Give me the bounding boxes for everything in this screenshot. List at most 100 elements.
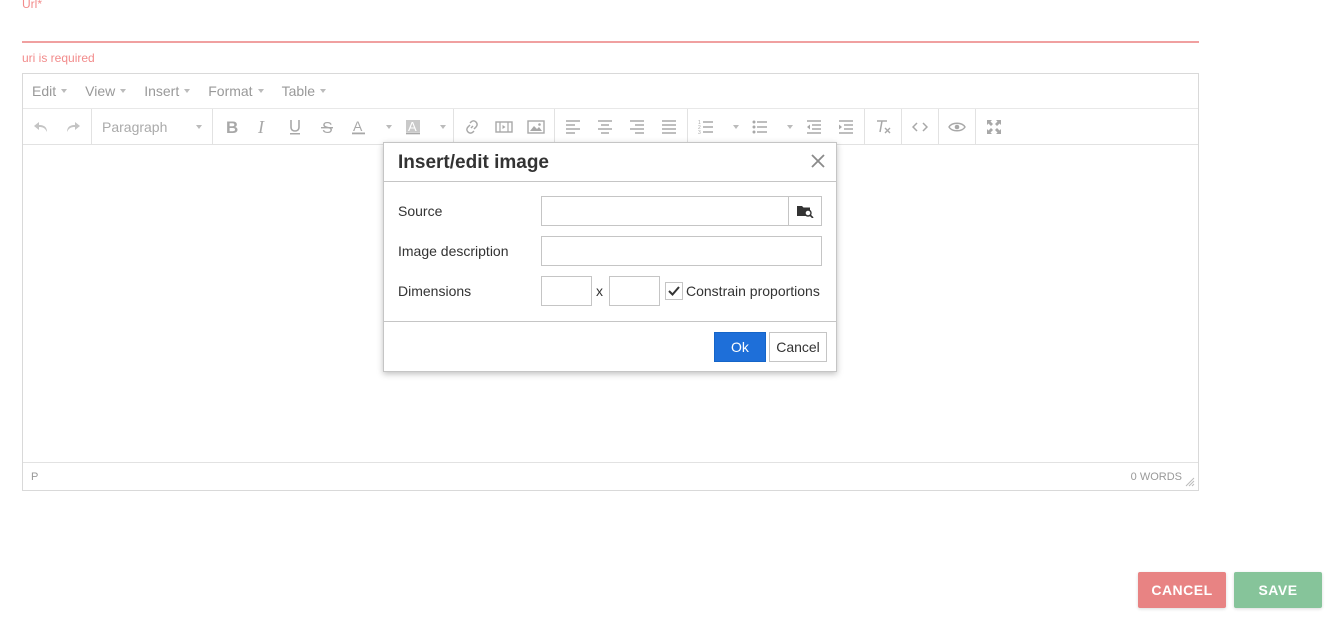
dimensions-label: Dimensions <box>398 283 472 299</box>
image-icon <box>527 119 545 134</box>
clear-formatting-button[interactable] <box>867 110 899 144</box>
numbered-list-button[interactable]: 123 <box>690 110 722 144</box>
bold-icon: B <box>226 119 238 135</box>
url-field-underline[interactable] <box>22 41 1199 43</box>
align-center-icon <box>598 119 612 134</box>
insert-image-dialog: Insert/edit image Source Image descripti… <box>383 142 837 372</box>
svg-text:A: A <box>408 119 417 134</box>
preview-group <box>939 109 976 144</box>
chevron-down-icon <box>385 124 392 129</box>
outdent-button[interactable] <box>798 110 830 144</box>
source-label: Source <box>398 203 443 219</box>
numbered-list-icon: 123 <box>698 120 713 135</box>
align-left-button[interactable] <box>557 110 589 144</box>
image-description-input[interactable] <box>541 236 822 266</box>
numbered-list-dropdown[interactable] <box>722 110 744 144</box>
underline-button[interactable] <box>279 110 311 144</box>
undo-button[interactable] <box>25 110 57 144</box>
menu-table-label: Table <box>281 83 316 99</box>
align-justify-icon <box>662 119 676 134</box>
strikethrough-icon: S <box>321 120 333 135</box>
image-button[interactable] <box>520 110 552 144</box>
constrain-proportions-label: Constrain proportions <box>686 283 820 299</box>
link-button[interactable] <box>456 110 488 144</box>
history-group <box>23 109 92 144</box>
svg-text:A: A <box>353 119 363 134</box>
text-color-icon: A <box>352 119 365 134</box>
undo-icon <box>34 121 47 132</box>
menu-format-label: Format <box>208 83 253 99</box>
alignment-group <box>555 109 688 144</box>
strikethrough-button[interactable]: S <box>311 110 343 144</box>
indent-button[interactable] <box>830 110 862 144</box>
element-path[interactable]: P <box>31 471 38 483</box>
clear-format-group <box>865 109 902 144</box>
text-style-group: B I S A A <box>213 109 454 144</box>
image-description-label: Image description <box>398 243 509 259</box>
menu-format[interactable]: Format <box>199 74 272 108</box>
dialog-footer-divider <box>384 321 836 322</box>
source-code-button[interactable] <box>904 110 936 144</box>
chevron-down-icon <box>439 124 446 129</box>
svg-text:I: I <box>257 119 265 135</box>
clear-formatting-icon <box>877 119 891 133</box>
folder-search-icon <box>797 206 814 218</box>
bullet-list-icon <box>752 120 767 133</box>
bullet-list-button[interactable] <box>744 110 776 144</box>
menu-view-label: View <box>85 83 116 99</box>
text-color-dropdown[interactable] <box>375 110 397 144</box>
ok-button[interactable]: Ok <box>714 332 766 362</box>
chevron-down-icon <box>732 124 739 129</box>
chevron-down-icon <box>196 124 202 129</box>
italic-button[interactable]: I <box>247 110 279 144</box>
media-icon <box>495 120 513 133</box>
background-color-icon: A <box>406 119 420 134</box>
fullscreen-icon <box>987 119 1001 134</box>
italic-icon: I <box>257 119 265 135</box>
menu-view[interactable]: View <box>76 74 135 108</box>
editor-statusbar: P 0 WORDS <box>23 462 1198 490</box>
bold-button[interactable]: B <box>215 110 247 144</box>
background-color-button[interactable]: A <box>397 110 429 144</box>
resize-handle-icon[interactable] <box>1185 477 1195 487</box>
align-right-button[interactable] <box>621 110 653 144</box>
text-color-button[interactable]: A <box>343 110 375 144</box>
height-input[interactable] <box>609 276 660 306</box>
bullet-list-dropdown[interactable] <box>776 110 798 144</box>
menu-edit[interactable]: Edit <box>23 74 76 108</box>
svg-text:B: B <box>226 119 238 135</box>
align-left-icon <box>566 119 580 134</box>
background-color-dropdown[interactable] <box>429 110 451 144</box>
source-input[interactable] <box>541 196 789 226</box>
url-field-label: Url* <box>22 0 42 11</box>
svg-text:3: 3 <box>698 130 701 135</box>
url-error-message: uri is required <box>22 51 95 65</box>
save-button[interactable]: SAVE <box>1234 572 1322 608</box>
menu-insert[interactable]: Insert <box>135 74 199 108</box>
word-count: 0 WORDS <box>1130 471 1182 483</box>
fullscreen-group <box>976 109 1012 144</box>
constrain-proportions-checkbox[interactable] <box>665 282 683 300</box>
format-select-group: Paragraph <box>92 109 213 144</box>
indent-icon <box>839 119 853 134</box>
block-format-select[interactable]: Paragraph <box>94 110 210 144</box>
browse-button[interactable] <box>788 196 822 226</box>
menu-edit-label: Edit <box>32 83 57 99</box>
align-center-button[interactable] <box>589 110 621 144</box>
cancel-button[interactable]: CANCEL <box>1138 572 1226 608</box>
dialog-cancel-button[interactable]: Cancel <box>769 332 827 362</box>
editor-toolbar: Paragraph B I S A A 1 2 3 <box>23 108 1198 145</box>
redo-button[interactable] <box>57 110 89 144</box>
align-justify-button[interactable] <box>653 110 685 144</box>
preview-button[interactable] <box>941 110 973 144</box>
fullscreen-button[interactable] <box>978 110 1010 144</box>
width-input[interactable] <box>541 276 592 306</box>
chevron-down-icon <box>184 89 191 93</box>
media-button[interactable] <box>488 110 520 144</box>
dialog-header: Insert/edit image <box>384 143 836 182</box>
close-icon[interactable] <box>810 153 826 169</box>
code-icon <box>912 121 928 132</box>
code-group <box>902 109 939 144</box>
chevron-down-icon <box>61 89 68 93</box>
menu-table[interactable]: Table <box>273 74 335 108</box>
